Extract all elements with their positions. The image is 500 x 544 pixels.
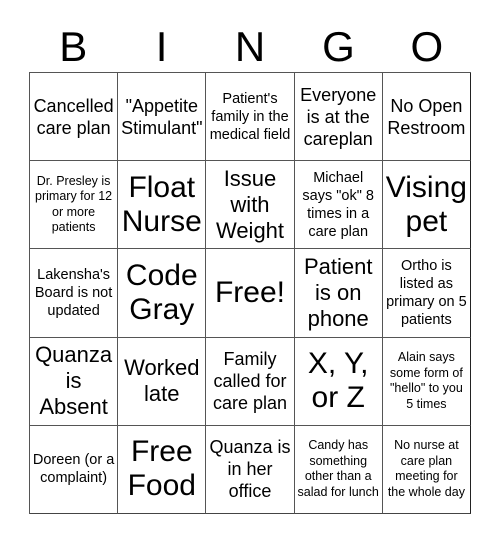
bingo-cell[interactable]: Everyone is at the careplan: [294, 73, 383, 162]
cell-text: Quanza is in her office: [209, 437, 291, 502]
bingo-cell[interactable]: Family called for care plan: [206, 337, 295, 426]
bingo-cell[interactable]: Ortho is listed as primary on 5 patients: [382, 249, 471, 338]
header-letter-g: G: [322, 23, 355, 70]
free-space[interactable]: Free!: [206, 249, 295, 338]
bingo-cell[interactable]: Dr. Presley is primary for 12 or more pa…: [30, 161, 119, 250]
bingo-cell[interactable]: Vising pet: [382, 161, 471, 250]
cell-text: Issue with Weight: [215, 165, 285, 243]
cell-text: Patient's family in the medical field: [209, 90, 291, 143]
bingo-cell[interactable]: Quanza is Absent: [30, 337, 119, 426]
header-letter-i: I: [155, 23, 168, 70]
bingo-cell[interactable]: No Open Restroom: [382, 73, 471, 162]
cell-text: Quanza is Absent: [35, 342, 113, 420]
bingo-cell[interactable]: Doreen (or a complaint): [30, 425, 119, 514]
cell-text: Michael says "ok" 8 times in a care plan: [302, 169, 374, 240]
bingo-cell[interactable]: Lakensha's Board is not updated: [30, 249, 119, 338]
bingo-cell[interactable]: Worked late: [118, 337, 207, 426]
bingo-cell[interactable]: "Appetite Stimulant": [118, 73, 207, 162]
cell-text: Everyone is at the careplan: [300, 84, 377, 149]
cell-text: Family called for care plan: [212, 349, 288, 414]
cell-text: No Open Restroom: [387, 95, 466, 138]
cell-text: "Appetite Stimulant": [121, 95, 203, 138]
cell-text: Doreen (or a complaint): [32, 452, 115, 487]
cell-text: Code Gray: [125, 258, 198, 326]
cell-text: Worked late: [124, 355, 200, 407]
bingo-cell[interactable]: Code Gray: [118, 249, 207, 338]
cell-text: Patient is on phone: [303, 253, 373, 331]
bingo-cell[interactable]: Michael says "ok" 8 times in a care plan: [294, 161, 383, 250]
cell-text: Cancelled care plan: [33, 95, 114, 138]
cell-text: Alain says some form of "hello" to you 5…: [389, 350, 463, 411]
bingo-cell[interactable]: Candy has something other than a salad f…: [294, 425, 383, 514]
bingo-cell[interactable]: Free Food: [118, 425, 207, 514]
bingo-cell[interactable]: Patient is on phone: [294, 249, 383, 338]
bingo-cell[interactable]: Patient's family in the medical field: [206, 73, 295, 162]
cell-text: Lakensha's Board is not updated: [34, 266, 113, 319]
bingo-cell[interactable]: Cancelled care plan: [30, 73, 119, 162]
header-letter-b: B: [59, 23, 88, 70]
cell-text: Dr. Presley is primary for 12 or more pa…: [35, 173, 113, 235]
bingo-cell[interactable]: Quanza is in her office: [206, 425, 295, 514]
header-letter-n: N: [234, 23, 266, 70]
cell-text: Free!: [214, 275, 285, 309]
bingo-cell[interactable]: Issue with Weight: [206, 161, 295, 250]
bingo-grid: Cancelled care plan "Appetite Stimulant"…: [29, 72, 471, 514]
bingo-cell[interactable]: Float Nurse: [118, 161, 207, 250]
cell-text: X, Y, or Z: [307, 347, 369, 415]
bingo-cell[interactable]: No nurse at care plan meeting for the wh…: [382, 425, 471, 514]
bingo-cell[interactable]: Alain says some form of "hello" to you 5…: [382, 337, 471, 426]
cell-text: Candy has something other than a salad f…: [297, 438, 379, 499]
header-letter-o: O: [410, 23, 444, 70]
bingo-header: B I N G O: [29, 22, 471, 72]
cell-text: Free Food: [127, 435, 196, 503]
cell-text: Vising pet: [385, 170, 467, 238]
cell-text: No nurse at care plan meeting for the wh…: [387, 438, 465, 499]
cell-text: Ortho is listed as primary on 5 patients: [386, 257, 467, 328]
cell-text: Float Nurse: [121, 170, 202, 238]
bingo-cell[interactable]: X, Y, or Z: [294, 337, 383, 426]
